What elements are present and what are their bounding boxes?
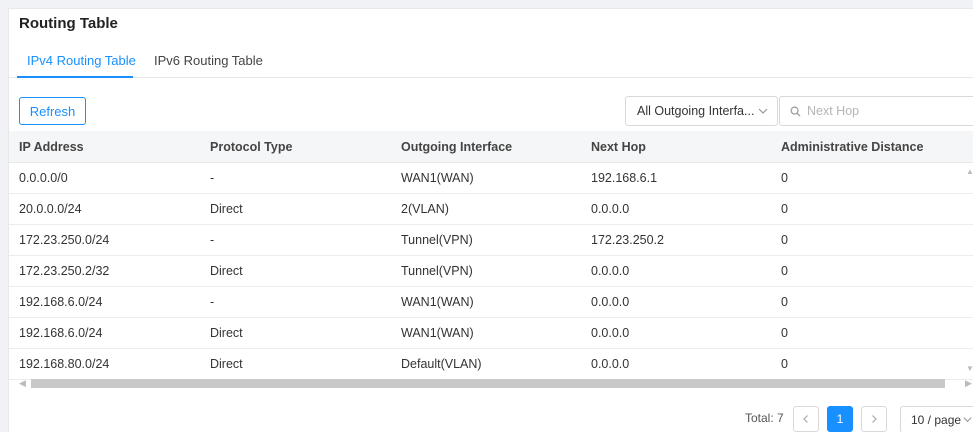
scrollbar-thumb[interactable] bbox=[31, 379, 945, 388]
page-title: Routing Table bbox=[19, 15, 118, 32]
cell-outgoing-interface: Tunnel(VPN) bbox=[391, 255, 581, 287]
outgoing-interface-select[interactable]: All Outgoing Interfa... bbox=[625, 96, 778, 126]
cell-ip-address: 192.168.6.0/24 bbox=[9, 286, 200, 318]
cell-outgoing-interface: WAN1(WAN) bbox=[391, 317, 581, 349]
cell-administrative-distance: 0 bbox=[771, 193, 973, 225]
horizontal-scrollbar[interactable]: ◀ ▶ bbox=[19, 378, 973, 390]
table-row: 20.0.0.0/24 Direct 2(VLAN) 0.0.0.0 0 bbox=[9, 193, 973, 225]
cell-administrative-distance: 0 bbox=[771, 348, 973, 380]
page-size-select[interactable]: 10 / page bbox=[900, 406, 973, 432]
chevron-left-icon bbox=[803, 415, 808, 423]
active-tab-indicator bbox=[17, 76, 133, 78]
cell-next-hop: 192.168.6.1 bbox=[581, 162, 771, 194]
cell-protocol-type: Direct bbox=[200, 317, 391, 349]
table-row: 192.168.6.0/24 Direct WAN1(WAN) 0.0.0.0 … bbox=[9, 317, 973, 349]
cell-ip-address: 172.23.250.0/24 bbox=[9, 224, 200, 256]
cell-outgoing-interface: WAN1(WAN) bbox=[391, 286, 581, 318]
cell-next-hop: 0.0.0.0 bbox=[581, 317, 771, 349]
table-row: 0.0.0.0/0 - WAN1(WAN) 192.168.6.1 0 bbox=[9, 162, 973, 194]
table-row: 172.23.250.2/32 Direct Tunnel(VPN) 0.0.0… bbox=[9, 255, 973, 287]
cell-next-hop: 0.0.0.0 bbox=[581, 255, 771, 287]
chevron-down-icon bbox=[963, 417, 972, 423]
cell-next-hop: 0.0.0.0 bbox=[581, 193, 771, 225]
cell-next-hop: 172.23.250.2 bbox=[581, 224, 771, 256]
tab-bar: IPv4 Routing Table IPv6 Routing Table bbox=[9, 47, 973, 78]
refresh-button[interactable]: Refresh bbox=[19, 97, 86, 125]
tab-ipv4-routing-table[interactable]: IPv4 Routing Table bbox=[27, 53, 136, 68]
cell-protocol-type: Direct bbox=[200, 255, 391, 287]
page-1-button[interactable]: 1 bbox=[827, 406, 853, 432]
next-page-button[interactable] bbox=[861, 406, 887, 432]
cell-ip-address: 192.168.6.0/24 bbox=[9, 317, 200, 349]
scroll-up-arrow-icon[interactable]: ▲ bbox=[966, 167, 973, 176]
cell-administrative-distance: 0 bbox=[771, 317, 973, 349]
cell-ip-address: 172.23.250.2/32 bbox=[9, 255, 200, 287]
cell-ip-address: 192.168.80.0/24 bbox=[9, 348, 200, 380]
column-header-administrative-distance[interactable]: Administrative Distance bbox=[771, 131, 973, 163]
tab-ipv6-routing-table[interactable]: IPv6 Routing Table bbox=[154, 53, 263, 68]
outgoing-interface-select-value: All Outgoing Interfa... bbox=[637, 104, 755, 118]
cell-administrative-distance: 0 bbox=[771, 255, 973, 287]
table-row: 192.168.6.0/24 - WAN1(WAN) 0.0.0.0 0 bbox=[9, 286, 973, 318]
cell-administrative-distance: 0 bbox=[771, 224, 973, 256]
cell-protocol-type: - bbox=[200, 162, 391, 194]
routing-table: IP Address Protocol Type Outgoing Interf… bbox=[9, 131, 973, 380]
column-header-protocol-type[interactable]: Protocol Type bbox=[200, 131, 391, 163]
table-row: 172.23.250.0/24 - Tunnel(VPN) 172.23.250… bbox=[9, 224, 973, 256]
chevron-right-icon bbox=[872, 415, 877, 423]
cell-outgoing-interface: WAN1(WAN) bbox=[391, 162, 581, 194]
cell-protocol-type: - bbox=[200, 224, 391, 256]
next-hop-search bbox=[779, 96, 973, 126]
table-row: 192.168.80.0/24 Direct Default(VLAN) 0.0… bbox=[9, 348, 973, 380]
cell-protocol-type: - bbox=[200, 286, 391, 318]
scroll-down-arrow-icon[interactable]: ▼ bbox=[966, 364, 973, 373]
cell-outgoing-interface: Tunnel(VPN) bbox=[391, 224, 581, 256]
cell-protocol-type: Direct bbox=[200, 348, 391, 380]
cell-next-hop: 0.0.0.0 bbox=[581, 286, 771, 318]
total-count: Total: 7 bbox=[745, 411, 784, 425]
chevron-down-icon bbox=[758, 108, 768, 114]
column-header-outgoing-interface[interactable]: Outgoing Interface bbox=[391, 131, 581, 163]
cell-administrative-distance: 0 bbox=[771, 162, 973, 194]
previous-page-button[interactable] bbox=[793, 406, 819, 432]
cell-ip-address: 0.0.0.0/0 bbox=[9, 162, 200, 194]
cell-protocol-type: Direct bbox=[200, 193, 391, 225]
table-header-row: IP Address Protocol Type Outgoing Interf… bbox=[9, 131, 973, 163]
next-hop-search-input[interactable] bbox=[807, 104, 967, 118]
search-icon bbox=[790, 106, 801, 117]
routing-table-panel: Routing Table IPv4 Routing Table IPv6 Ro… bbox=[8, 8, 973, 432]
cell-administrative-distance: 0 bbox=[771, 286, 973, 318]
page-size-value: 10 / page bbox=[911, 412, 962, 427]
column-header-next-hop[interactable]: Next Hop bbox=[581, 131, 771, 163]
cell-next-hop: 0.0.0.0 bbox=[581, 348, 771, 380]
cell-outgoing-interface: Default(VLAN) bbox=[391, 348, 581, 380]
scroll-right-arrow-icon[interactable]: ▶ bbox=[965, 378, 972, 389]
cell-outgoing-interface: 2(VLAN) bbox=[391, 193, 581, 225]
cell-ip-address: 20.0.0.0/24 bbox=[9, 193, 200, 225]
column-header-ip-address[interactable]: IP Address bbox=[9, 131, 200, 163]
scroll-left-arrow-icon[interactable]: ◀ bbox=[19, 378, 26, 389]
